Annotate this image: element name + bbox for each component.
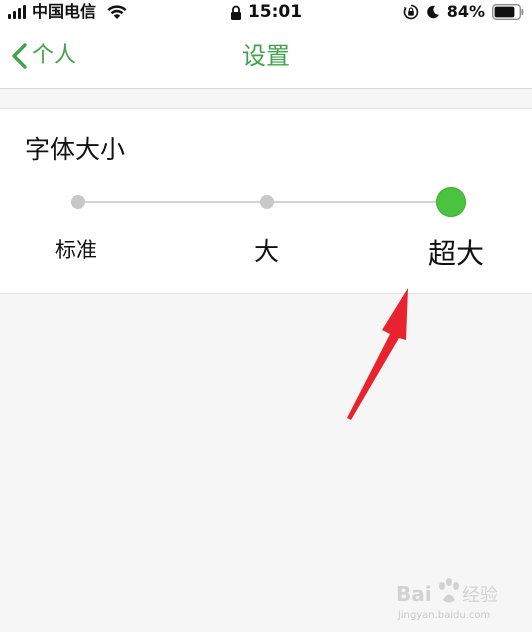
svg-text:经验: 经验 xyxy=(462,585,498,606)
lock-icon xyxy=(230,5,241,20)
moon-icon xyxy=(426,5,439,19)
watermark-url: jingyan.baidu.com xyxy=(398,610,491,621)
size-option-extra-large[interactable]: 超大 xyxy=(428,235,484,273)
nav-bar: 个人 设置 xyxy=(0,24,532,89)
svg-text:Bai: Bai xyxy=(396,582,432,606)
battery-icon xyxy=(492,4,524,20)
page-title: 设置 xyxy=(242,42,290,70)
size-option-large[interactable]: 大 xyxy=(254,235,279,269)
watermark-logo: Bai 经验 xyxy=(396,578,498,606)
slider-stop-large[interactable] xyxy=(260,195,274,209)
annotation-arrow xyxy=(347,288,408,420)
status-right: 84% xyxy=(403,0,524,24)
status-bar: 中国电信 15:01 84% xyxy=(0,0,532,24)
slider-stop-standard[interactable] xyxy=(71,195,85,209)
rotation-lock-icon xyxy=(403,4,418,20)
font-size-slider-thumb[interactable] xyxy=(436,187,466,217)
battery-percent: 84% xyxy=(446,2,485,21)
size-option-standard[interactable]: 标准 xyxy=(55,235,97,265)
baidu-jingyan-watermark: Bai 经验 jingyan.baidu.com xyxy=(394,576,504,626)
font-size-title: 字体大小 xyxy=(25,135,126,164)
font-size-card: 字体大小 标准 大 超大 xyxy=(0,108,532,294)
clock: 15:01 xyxy=(247,2,303,22)
